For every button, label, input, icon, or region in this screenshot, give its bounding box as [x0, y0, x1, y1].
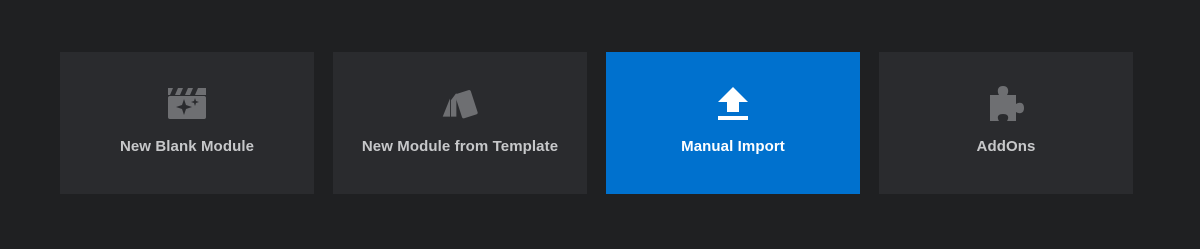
puzzle-piece-icon — [986, 83, 1026, 123]
upload-icon — [713, 83, 753, 123]
module-options: New Blank Module New Module from Templat… — [60, 52, 1133, 194]
template-cards-icon — [440, 83, 480, 123]
addons-card[interactable]: AddOns — [879, 52, 1133, 194]
module-creation-panel: New Blank Module New Module from Templat… — [0, 0, 1200, 249]
new-blank-module-label: New Blank Module — [119, 138, 255, 155]
new-module-from-template-card[interactable]: New Module from Template — [333, 52, 587, 194]
addons-label: AddOns — [976, 138, 1036, 155]
manual-import-card[interactable]: Manual Import — [606, 52, 860, 194]
clapperboard-sparkle-icon — [167, 83, 207, 123]
manual-import-label: Manual Import — [681, 138, 785, 155]
new-module-from-template-label: New Module from Template — [361, 138, 559, 155]
new-blank-module-card[interactable]: New Blank Module — [60, 52, 314, 194]
